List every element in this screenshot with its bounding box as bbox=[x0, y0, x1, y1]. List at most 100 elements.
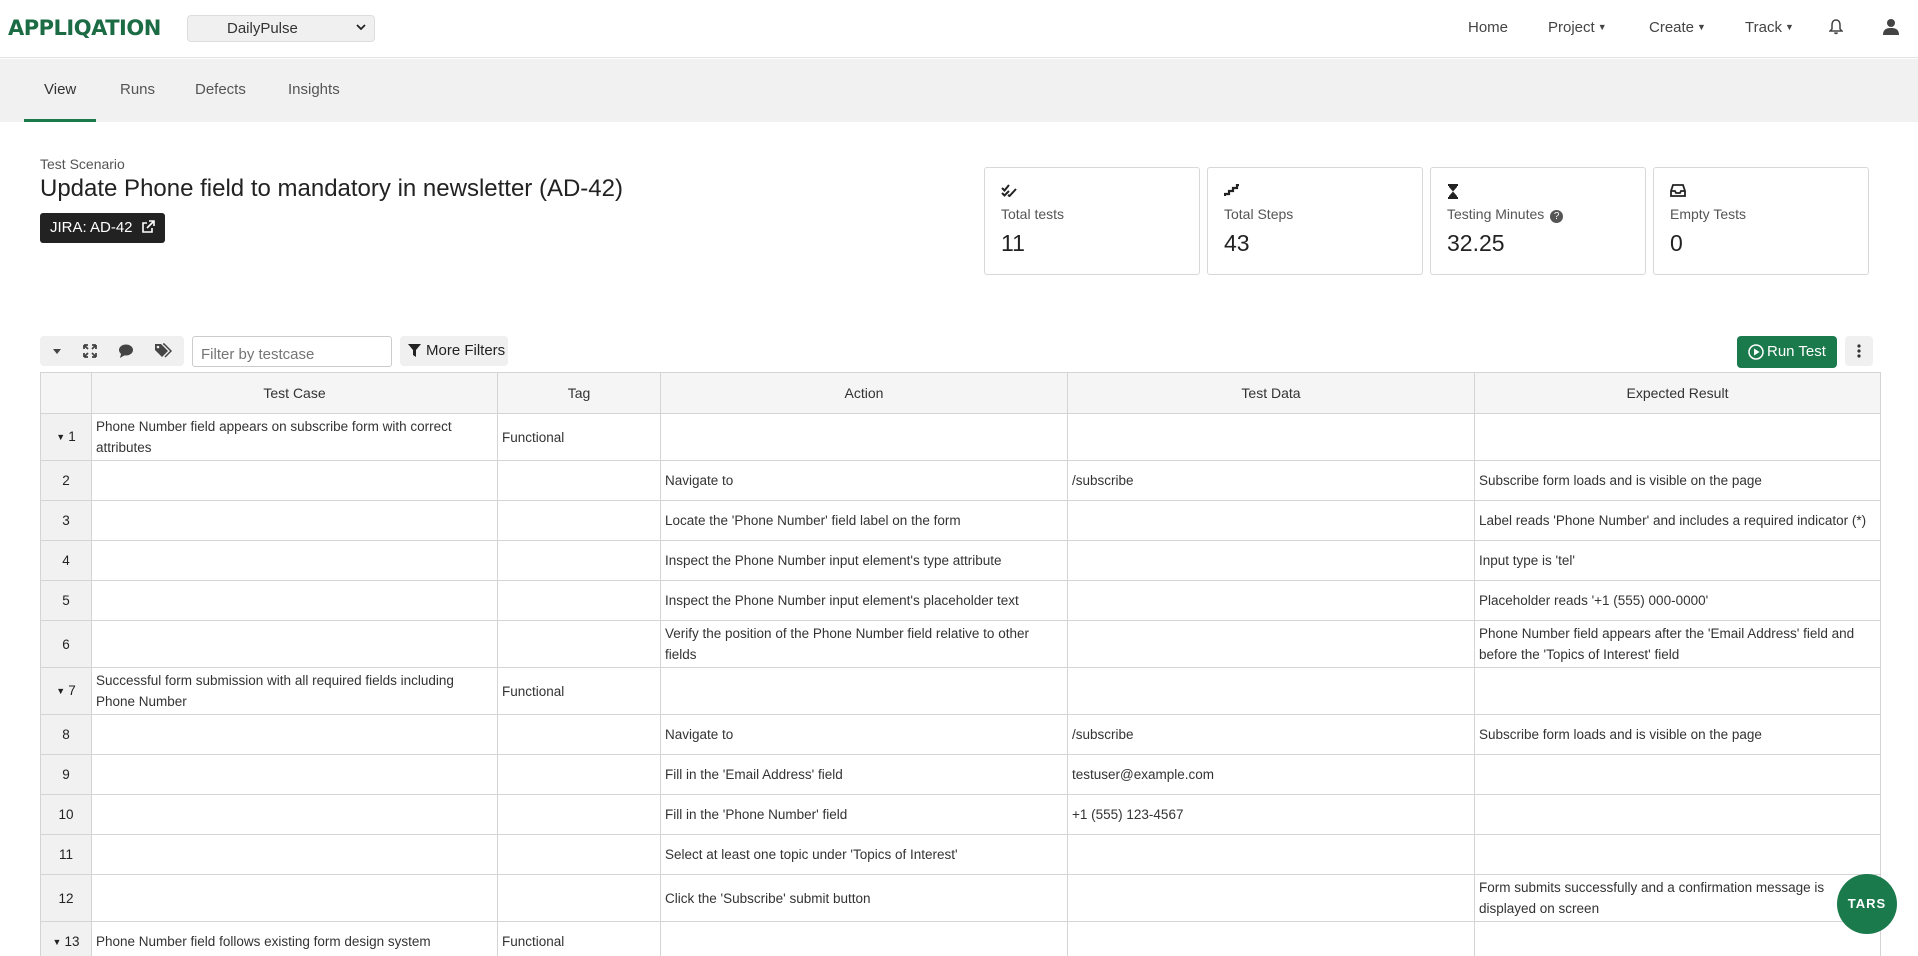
test-data-cell[interactable] bbox=[1067, 921, 1475, 956]
test-case-cell[interactable] bbox=[91, 714, 498, 755]
nav-create[interactable]: Create ▼ bbox=[1649, 19, 1706, 36]
test-case-cell[interactable] bbox=[91, 580, 498, 621]
bell-icon[interactable] bbox=[1828, 19, 1844, 40]
tag-cell[interactable] bbox=[497, 794, 661, 835]
collapse-caret-icon[interactable]: ▼ bbox=[53, 937, 62, 947]
table-row[interactable]: 5 Inspect the Phone Number input element'… bbox=[40, 580, 1881, 621]
action-cell[interactable]: Fill in the 'Email Address' field bbox=[660, 754, 1068, 795]
test-case-cell[interactable]: Phone Number field appears on subscribe … bbox=[91, 413, 498, 461]
action-cell[interactable] bbox=[660, 667, 1068, 715]
expand-icon[interactable] bbox=[82, 343, 100, 359]
expected-result-cell[interactable] bbox=[1474, 794, 1881, 835]
action-cell[interactable]: Verify the position of the Phone Number … bbox=[660, 620, 1068, 668]
tag-cell[interactable] bbox=[497, 834, 661, 875]
test-case-cell[interactable] bbox=[91, 500, 498, 541]
table-row[interactable]: ▼ 13 Phone Number field follows existing f… bbox=[40, 921, 1881, 956]
table-row[interactable]: ▼ 7 Successful form submission with all re… bbox=[40, 667, 1881, 715]
tab-runs[interactable]: Runs bbox=[120, 81, 155, 98]
tars-assistant-button[interactable]: TARS bbox=[1837, 874, 1897, 934]
expected-result-cell[interactable]: Label reads 'Phone Number' and includes … bbox=[1474, 500, 1881, 541]
collapse-caret-icon[interactable] bbox=[49, 343, 67, 359]
test-data-cell[interactable] bbox=[1067, 413, 1475, 461]
tag-cell[interactable] bbox=[497, 754, 661, 795]
column-header[interactable]: Action bbox=[660, 372, 1068, 414]
run-test-button[interactable]: Run Test bbox=[1737, 336, 1837, 368]
test-case-cell[interactable] bbox=[91, 754, 498, 795]
column-header[interactable]: Test Case bbox=[91, 372, 498, 414]
expected-result-cell[interactable]: Subscribe form loads and is visible on t… bbox=[1474, 460, 1881, 501]
expected-result-cell[interactable] bbox=[1474, 413, 1881, 461]
nav-track[interactable]: Track ▼ bbox=[1745, 19, 1794, 36]
table-row[interactable]: 11 Select at least one topic under 'Topic… bbox=[40, 834, 1881, 875]
test-data-cell[interactable]: /subscribe bbox=[1067, 714, 1475, 755]
table-row[interactable]: 8 Navigate to/subscribe Subscribe form loa… bbox=[40, 714, 1881, 755]
tag-cell[interactable] bbox=[497, 714, 661, 755]
expected-result-cell[interactable]: Subscribe form loads and is visible on t… bbox=[1474, 714, 1881, 755]
comment-icon[interactable] bbox=[118, 343, 136, 359]
table-row[interactable]: 9 Fill in the 'Email Address' field testus… bbox=[40, 754, 1881, 795]
action-cell[interactable]: Select at least one topic under 'Topics … bbox=[660, 834, 1068, 875]
expected-result-cell[interactable]: Placeholder reads '+1 (555) 000-0000' bbox=[1474, 580, 1881, 621]
test-case-cell[interactable] bbox=[91, 874, 498, 922]
action-cell[interactable]: Fill in the 'Phone Number' field bbox=[660, 794, 1068, 835]
tag-cell[interactable] bbox=[497, 500, 661, 541]
expected-result-cell[interactable] bbox=[1474, 754, 1881, 795]
table-row[interactable]: 2 Navigate to/subscribe Subscribe form loa… bbox=[40, 460, 1881, 501]
tag-cell[interactable]: Functional bbox=[497, 413, 661, 461]
test-case-cell[interactable] bbox=[91, 540, 498, 581]
test-data-cell[interactable] bbox=[1067, 580, 1475, 621]
action-cell[interactable]: Navigate to bbox=[660, 460, 1068, 501]
nav-home[interactable]: Home bbox=[1468, 19, 1508, 36]
action-cell[interactable]: Click the 'Subscribe' submit button bbox=[660, 874, 1068, 922]
nav-project[interactable]: Project ▼ bbox=[1548, 19, 1607, 36]
test-data-cell[interactable] bbox=[1067, 500, 1475, 541]
tag-cell[interactable]: Functional bbox=[497, 667, 661, 715]
table-row[interactable]: 12 Click the 'Subscribe' submit button For… bbox=[40, 874, 1881, 922]
user-icon[interactable] bbox=[1883, 18, 1899, 40]
app-logo[interactable]: APPLIQATION bbox=[8, 16, 161, 40]
more-options-icon[interactable] bbox=[1845, 336, 1873, 366]
action-cell[interactable] bbox=[660, 413, 1068, 461]
test-data-cell[interactable]: +1 (555) 123-4567 bbox=[1067, 794, 1475, 835]
test-case-cell[interactable] bbox=[91, 834, 498, 875]
tag-cell[interactable]: Functional bbox=[497, 921, 661, 956]
tag-cell[interactable] bbox=[497, 540, 661, 581]
test-case-cell[interactable]: Successful form submission with all requ… bbox=[91, 667, 498, 715]
tab-defects[interactable]: Defects bbox=[195, 81, 246, 98]
filter-testcase-input[interactable] bbox=[192, 336, 392, 367]
tag-cell[interactable] bbox=[497, 580, 661, 621]
more-filters-button[interactable]: More Filters bbox=[400, 336, 508, 366]
jira-link-badge[interactable]: JIRA: AD-42 bbox=[40, 213, 165, 243]
test-case-cell[interactable]: Phone Number field follows existing form… bbox=[91, 921, 498, 956]
expected-result-cell[interactable] bbox=[1474, 667, 1881, 715]
table-row[interactable]: ▼ 1 Phone Number field appears on subscrib… bbox=[40, 413, 1881, 461]
column-header[interactable]: Expected Result bbox=[1474, 372, 1881, 414]
expected-result-cell[interactable]: Phone Number field appears after the 'Em… bbox=[1474, 620, 1881, 668]
action-cell[interactable]: Locate the 'Phone Number' field label on… bbox=[660, 500, 1068, 541]
test-data-cell[interactable] bbox=[1067, 874, 1475, 922]
tag-cell[interactable] bbox=[497, 874, 661, 922]
table-row[interactable]: 4 Inspect the Phone Number input element'… bbox=[40, 540, 1881, 581]
tag-cell[interactable] bbox=[497, 460, 661, 501]
collapse-caret-icon[interactable]: ▼ bbox=[56, 432, 65, 442]
expected-result-cell[interactable]: Form submits successfully and a confirma… bbox=[1474, 874, 1881, 922]
expected-result-cell[interactable] bbox=[1474, 921, 1881, 956]
test-data-cell[interactable] bbox=[1067, 620, 1475, 668]
collapse-caret-icon[interactable]: ▼ bbox=[56, 686, 65, 696]
test-data-cell[interactable] bbox=[1067, 667, 1475, 715]
help-icon[interactable]: ? bbox=[1550, 210, 1564, 223]
test-case-cell[interactable] bbox=[91, 460, 498, 501]
test-case-cell[interactable] bbox=[91, 620, 498, 668]
test-case-cell[interactable] bbox=[91, 794, 498, 835]
action-cell[interactable]: Navigate to bbox=[660, 714, 1068, 755]
column-header[interactable]: Test Data bbox=[1067, 372, 1475, 414]
column-header[interactable]: Tag bbox=[497, 372, 661, 414]
table-row[interactable]: 3 Locate the 'Phone Number' field label o… bbox=[40, 500, 1881, 541]
tag-cell[interactable] bbox=[497, 620, 661, 668]
tab-view[interactable]: View bbox=[44, 81, 76, 98]
test-data-cell[interactable]: testuser@example.com bbox=[1067, 754, 1475, 795]
test-data-cell[interactable]: /subscribe bbox=[1067, 460, 1475, 501]
test-data-cell[interactable] bbox=[1067, 834, 1475, 875]
tab-insights[interactable]: Insights bbox=[288, 81, 340, 98]
action-cell[interactable]: Inspect the Phone Number input element's… bbox=[660, 540, 1068, 581]
